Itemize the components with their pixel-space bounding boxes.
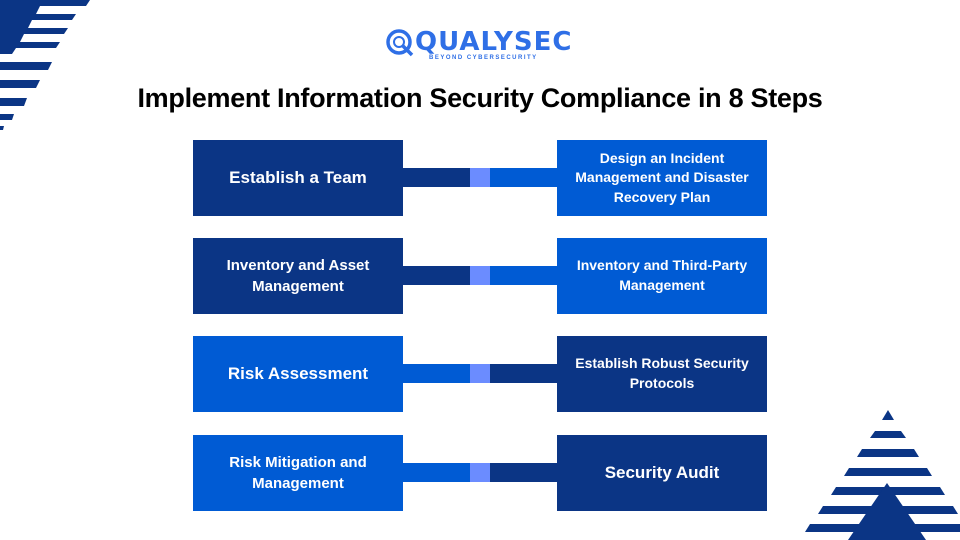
connector-node xyxy=(470,463,490,482)
step-box-security-protocols: Establish Robust Security Protocols xyxy=(557,336,767,412)
connector-node xyxy=(470,364,490,383)
step-box-establish-team: Establish a Team xyxy=(193,140,403,216)
connector-line xyxy=(403,364,470,383)
connector-line xyxy=(490,168,557,187)
logo-tagline: BEYOND CYBERSECURITY xyxy=(429,55,538,61)
connector-line xyxy=(403,266,470,285)
step-box-third-party: Inventory and Third-Party Management xyxy=(557,238,767,314)
logo-wordmark: QUALYSEC xyxy=(415,27,573,57)
connector-line xyxy=(490,364,557,383)
connector-line xyxy=(403,463,470,482)
step-box-inventory-asset: Inventory and Asset Management xyxy=(193,238,403,314)
step-box-security-audit: Security Audit xyxy=(557,435,767,511)
decorative-stripes-icon xyxy=(0,0,90,130)
step-row: Inventory and Asset Management Inventory… xyxy=(193,238,768,314)
connector-node xyxy=(470,266,490,285)
step-row: Risk Mitigation and Management Security … xyxy=(193,435,768,511)
qualysec-logo: QUALYSEC BEYOND CYBERSECURITY xyxy=(385,26,571,66)
page-title: Implement Information Security Complianc… xyxy=(137,83,823,113)
step-box-risk-mitigation: Risk Mitigation and Management xyxy=(193,435,403,511)
step-box-risk-assessment: Risk Assessment xyxy=(193,336,403,412)
connector-line xyxy=(403,168,470,187)
connector-node xyxy=(470,168,490,187)
connector-line xyxy=(490,266,557,285)
step-box-incident-plan: Design an Incident Management and Disast… xyxy=(557,140,767,216)
step-row: Risk Assessment Establish Robust Securit… xyxy=(193,336,768,412)
connector-line xyxy=(490,463,557,482)
decorative-pyramid-icon xyxy=(805,410,960,540)
step-row: Establish a Team Design an Incident Mana… xyxy=(193,140,768,216)
logo-q-icon xyxy=(386,29,414,57)
